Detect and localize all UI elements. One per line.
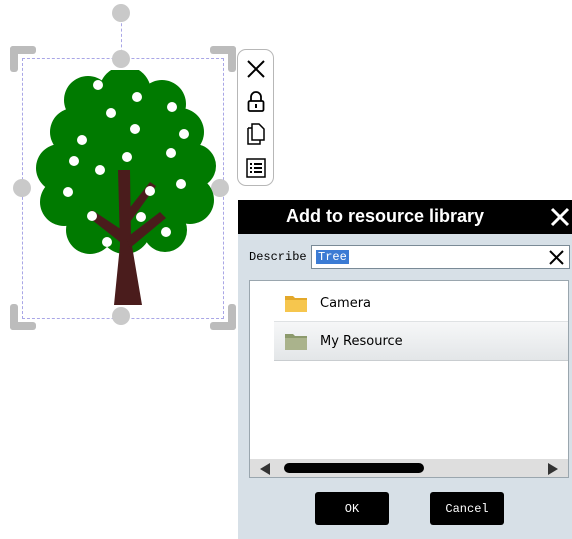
list-icon[interactable]	[244, 156, 268, 180]
object-toolbar	[237, 49, 274, 186]
scrollbar-thumb[interactable]	[284, 463, 424, 473]
cancel-button[interactable]: Cancel	[430, 492, 504, 525]
folder-icon	[285, 334, 307, 350]
dialog-title: Add to resource library	[285, 206, 485, 226]
scroll-right-arrow-icon[interactable]	[548, 463, 558, 475]
folder-icon	[285, 296, 307, 312]
ok-button[interactable]: OK	[315, 492, 389, 525]
resize-handle-top[interactable]	[112, 50, 130, 68]
rotate-handle[interactable]	[112, 4, 130, 22]
resize-handle-left[interactable]	[13, 179, 31, 197]
dialog-titlebar: Add to resource library	[238, 200, 572, 234]
describe-input[interactable]: Tree	[311, 245, 570, 269]
tree-image	[36, 70, 216, 305]
resize-corner-top-left[interactable]	[10, 46, 36, 72]
add-to-resource-library-dialog: Add to resource library Describe Tree Ca…	[238, 200, 572, 539]
folder-list[interactable]: Camera My Resource	[249, 280, 569, 478]
clear-icon[interactable]	[548, 249, 565, 266]
folder-item-camera[interactable]: Camera	[274, 284, 568, 322]
describe-label: Describe	[249, 250, 307, 264]
folder-label: My Resource	[320, 333, 403, 349]
describe-input-value: Tree	[316, 250, 349, 264]
copy-icon[interactable]	[244, 122, 268, 146]
horizontal-scrollbar[interactable]	[250, 459, 568, 477]
folder-label: Camera	[320, 295, 372, 311]
folder-item-my-resource[interactable]: My Resource	[274, 321, 568, 361]
lock-icon[interactable]	[244, 90, 268, 114]
resize-corner-top-right[interactable]	[210, 46, 236, 72]
scroll-left-arrow-icon[interactable]	[260, 463, 270, 475]
close-icon[interactable]	[244, 57, 268, 81]
close-icon[interactable]	[550, 207, 570, 227]
selected-object[interactable]	[0, 0, 240, 330]
